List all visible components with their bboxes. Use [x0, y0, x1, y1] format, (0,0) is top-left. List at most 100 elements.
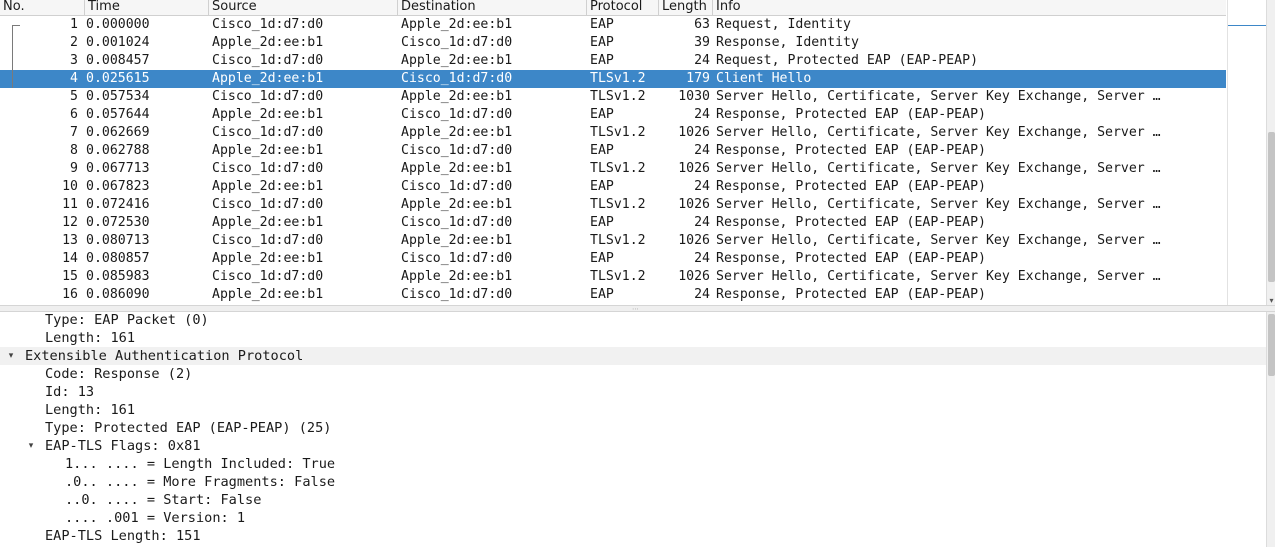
column-header-destination[interactable]: Destination	[397, 0, 586, 15]
packet-source: Apple_2d:ee:b1	[212, 287, 324, 302]
packet-info: Request, Identity	[716, 17, 851, 32]
packet-list-scrollbar[interactable]: ▾	[1266, 0, 1275, 305]
table-row[interactable]: 9 0.067713 Cisco_1d:d7:d0 Apple_2d:ee:b1 TLS…	[0, 160, 1226, 178]
table-row[interactable]: 14 0.080857 Apple_2d:ee:b1 Cisco_1d:d7:d0 EA…	[0, 250, 1226, 268]
packet-length: 1026	[678, 269, 710, 284]
pane-splitter[interactable]: ⋯	[0, 305, 1275, 313]
column-header-length[interactable]: Length	[658, 0, 712, 15]
packet-no: 16	[62, 287, 78, 302]
tree-item[interactable]: 1... .... = Length Included: True	[0, 455, 1266, 473]
tree-item-label: ..0. .... = Start: False	[65, 492, 262, 508]
packet-time: 0.067823	[86, 179, 150, 194]
packet-destination: Apple_2d:ee:b1	[401, 233, 513, 248]
packet-source: Apple_2d:ee:b1	[212, 179, 324, 194]
packet-source: Apple_2d:ee:b1	[212, 143, 324, 158]
packet-destination: Apple_2d:ee:b1	[401, 125, 513, 140]
packet-length: 179	[686, 71, 710, 86]
table-row[interactable]: 12 0.072530 Apple_2d:ee:b1 Cisco_1d:d7:d0 EA…	[0, 214, 1226, 232]
expand-arrow-icon[interactable]: ▾	[26, 437, 36, 455]
table-row[interactable]: 5 0.057534 Cisco_1d:d7:d0 Apple_2d:ee:b1 TLS…	[0, 88, 1226, 106]
table-row[interactable]: 11 0.072416 Cisco_1d:d7:d0 Apple_2d:ee:b1 TL…	[0, 196, 1226, 214]
packet-length: 24	[694, 143, 710, 158]
tree-item[interactable]: ..0. .... = Start: False	[0, 491, 1266, 509]
packet-source: Apple_2d:ee:b1	[212, 215, 324, 230]
table-row[interactable]: 15 0.085983 Cisco_1d:d7:d0 Apple_2d:ee:b1 TL…	[0, 268, 1226, 286]
scrollbar-thumb[interactable]	[1268, 314, 1275, 376]
scroll-down-arrow-icon[interactable]: ▾	[1267, 296, 1275, 305]
table-row[interactable]: 13 0.080713 Cisco_1d:d7:d0 Apple_2d:ee:b1 TL…	[0, 232, 1226, 250]
column-header-protocol[interactable]: Protocol	[586, 0, 658, 15]
packet-protocol: EAP	[590, 143, 614, 158]
packet-destination: Cisco_1d:d7:d0	[401, 179, 513, 194]
packet-list[interactable]: No. Time Source Destination Protocol Len…	[0, 0, 1226, 305]
table-row[interactable]: 10 0.067823 Apple_2d:ee:b1 Cisco_1d:d7:d0 EA…	[0, 178, 1226, 196]
tree-item-label: Code: Response (2)	[45, 366, 193, 382]
packet-source: Cisco_1d:d7:d0	[212, 125, 324, 140]
tree-item[interactable]: ▾ EAP-TLS Flags: 0x81	[0, 437, 1266, 455]
packet-no: 2	[70, 35, 78, 50]
packet-details-tree[interactable]: Type: EAP Packet (0) Length: 161 ▾ Extensib…	[0, 312, 1266, 547]
tree-item[interactable]: Length: 161	[0, 329, 1266, 347]
packet-time: 0.080857	[86, 251, 150, 266]
table-row[interactable]: 6 0.057644 Apple_2d:ee:b1 Cisco_1d:d7:d0 EAP…	[0, 106, 1226, 124]
packet-length: 24	[694, 179, 710, 194]
tree-item[interactable]: .... .001 = Version: 1	[0, 509, 1266, 527]
table-row[interactable]: 2 0.001024 Apple_2d:ee:b1 Cisco_1d:d7:d0 EAP…	[0, 34, 1226, 52]
tree-item[interactable]: ▾ Extensible Authentication Protocol	[0, 347, 1266, 365]
packet-no: 4	[70, 71, 78, 86]
packet-length: 39	[694, 35, 710, 50]
packet-length: 1026	[678, 197, 710, 212]
packet-protocol: TLSv1.2	[590, 161, 646, 176]
packet-source: Cisco_1d:d7:d0	[212, 161, 324, 176]
packet-no: 12	[62, 215, 78, 230]
column-header-info[interactable]: Info	[712, 0, 1226, 15]
tree-item-label: Type: EAP Packet (0)	[45, 312, 209, 328]
column-header-no[interactable]: No.	[0, 0, 84, 15]
packet-time: 0.067713	[86, 161, 150, 176]
packet-rows: 1 0.000000 Cisco_1d:d7:d0 Apple_2d:ee:b1 EAP…	[0, 16, 1226, 304]
tree-item[interactable]: Id: 13	[0, 383, 1266, 401]
column-header-source[interactable]: Source	[208, 0, 397, 15]
minimap-marker	[1228, 25, 1266, 26]
packet-time: 0.086090	[86, 287, 150, 302]
packet-protocol: TLSv1.2	[590, 71, 646, 86]
packet-source: Cisco_1d:d7:d0	[212, 197, 324, 212]
tree-item-label: Length: 161	[45, 330, 136, 346]
table-row[interactable]: 16 0.086090 Apple_2d:ee:b1 Cisco_1d:d7:d0 EA…	[0, 286, 1226, 304]
table-row[interactable]: 7 0.062669 Cisco_1d:d7:d0 Apple_2d:ee:b1 TLS…	[0, 124, 1226, 142]
packet-time: 0.000000	[86, 17, 150, 32]
packet-length: 24	[694, 287, 710, 302]
packet-minimap[interactable]	[1227, 0, 1266, 305]
packet-length: 24	[694, 107, 710, 122]
details-scrollbar[interactable]	[1266, 312, 1275, 547]
table-row[interactable]: 3 0.008457 Cisco_1d:d7:d0 Apple_2d:ee:b1 EAP…	[0, 52, 1226, 70]
packet-protocol: EAP	[590, 17, 614, 32]
tree-item-label: Length: 161	[45, 402, 136, 418]
packet-no: 8	[70, 143, 78, 158]
tree-item[interactable]: .0.. .... = More Fragments: False	[0, 473, 1266, 491]
scrollbar-thumb[interactable]	[1268, 132, 1275, 282]
tree-item[interactable]: Code: Response (2)	[0, 365, 1266, 383]
table-row[interactable]: 1 0.000000 Cisco_1d:d7:d0 Apple_2d:ee:b1 EAP…	[0, 16, 1226, 36]
table-row[interactable]: 4 0.025615 Apple_2d:ee:b1 Cisco_1d:d7:d0 TLS…	[0, 70, 1226, 88]
tree-item[interactable]: Length: 161	[0, 401, 1266, 419]
column-header-time[interactable]: Time	[84, 0, 208, 15]
packet-destination: Cisco_1d:d7:d0	[401, 215, 513, 230]
packet-protocol: EAP	[590, 251, 614, 266]
packet-protocol: TLSv1.2	[590, 125, 646, 140]
packet-list-header: No. Time Source Destination Protocol Len…	[0, 0, 1226, 16]
tree-item[interactable]: Type: Protected EAP (EAP-PEAP) (25)	[0, 419, 1266, 437]
packet-no: 10	[62, 179, 78, 194]
packet-info: Server Hello, Certificate, Server Key Ex…	[716, 161, 1161, 176]
packet-length: 24	[694, 251, 710, 266]
packet-info: Server Hello, Certificate, Server Key Ex…	[716, 269, 1161, 284]
packet-source: Apple_2d:ee:b1	[212, 71, 324, 86]
packet-destination: Cisco_1d:d7:d0	[401, 287, 513, 302]
expand-arrow-icon[interactable]: ▾	[6, 347, 16, 365]
tree-item[interactable]: Type: EAP Packet (0)	[0, 312, 1266, 329]
packet-destination: Apple_2d:ee:b1	[401, 17, 513, 32]
table-row[interactable]: 8 0.062788 Apple_2d:ee:b1 Cisco_1d:d7:d0 EAP…	[0, 142, 1226, 160]
tree-item[interactable]: EAP-TLS Length: 151	[0, 527, 1266, 545]
packet-info: Response, Protected EAP (EAP-PEAP)	[716, 179, 986, 194]
packet-protocol: EAP	[590, 107, 614, 122]
